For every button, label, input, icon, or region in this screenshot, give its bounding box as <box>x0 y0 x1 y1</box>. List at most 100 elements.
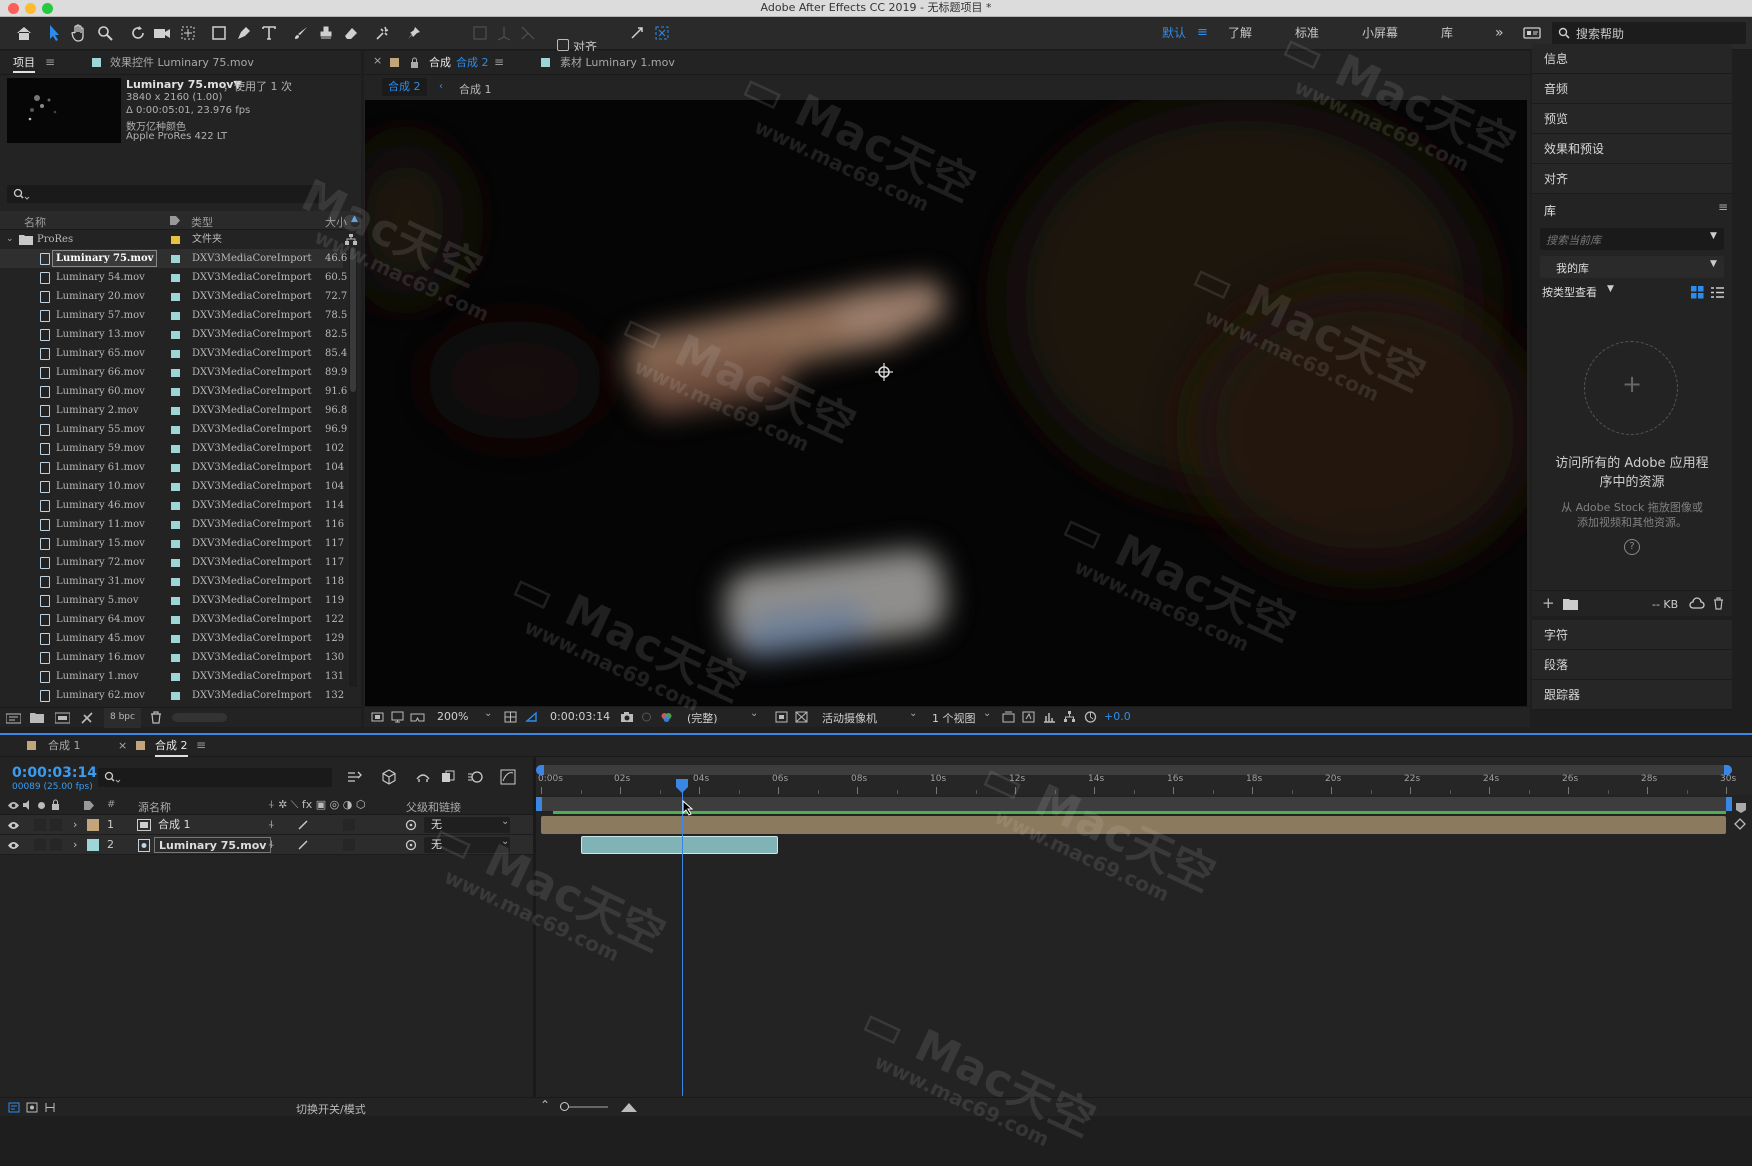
library-search-input[interactable]: 搜索当前库 ▼ <box>1540 228 1724 250</box>
tab-comp-1[interactable]: 合成 1 <box>48 735 81 757</box>
lock-toggle[interactable] <box>50 819 62 831</box>
item-label-swatch[interactable] <box>171 293 180 301</box>
panel-menu-icon[interactable]: ≡ <box>1718 200 1728 214</box>
comp-marker-bin-icon[interactable] <box>1735 802 1747 814</box>
project-item-row[interactable]: Luminary 5.mov DXV3MediaCoreImport 119 <box>0 591 344 610</box>
item-label-swatch[interactable] <box>171 692 180 700</box>
project-item-row[interactable]: Luminary 61.mov DXV3MediaCoreImport 104 <box>0 458 344 477</box>
sync-settings-icon[interactable] <box>1522 23 1542 43</box>
solo-toggle[interactable] <box>34 839 46 851</box>
roto-brush-icon[interactable] <box>374 23 394 43</box>
lock-toggle[interactable] <box>50 839 62 851</box>
zoom-in-icon[interactable] <box>620 1101 638 1113</box>
workspace-default[interactable]: 默认 <box>1162 23 1186 43</box>
expand-layer-icon[interactable]: › <box>73 818 77 831</box>
library-select[interactable]: 我的库 ▼ <box>1540 256 1724 278</box>
view-by-type-select[interactable]: 按类型查看 <box>1542 284 1597 300</box>
tab-project[interactable]: 项目 <box>13 51 35 73</box>
folder-label-swatch[interactable] <box>171 236 180 244</box>
item-label-swatch[interactable] <box>171 388 180 396</box>
close-tab-icon[interactable]: × <box>118 739 127 752</box>
time-navigator[interactable] <box>536 765 1732 775</box>
project-item-row[interactable]: Luminary 10.mov DXV3MediaCoreImport 104 <box>0 477 344 496</box>
quality-switch-icon[interactable] <box>298 840 308 850</box>
pan-behind-tool-icon[interactable] <box>178 23 198 43</box>
help-search-field[interactable]: 搜索帮助 <box>1552 22 1746 44</box>
solo-toggle[interactable] <box>34 819 46 831</box>
zoom-dropdown-icon[interactable]: ⌄ <box>484 708 492 719</box>
layer-name[interactable]: 合成 1 <box>158 815 191 835</box>
column-parent[interactable]: 父级和链接 <box>406 799 461 815</box>
column-name[interactable]: 名称 <box>24 214 46 230</box>
project-item-row[interactable]: Luminary 11.mov DXV3MediaCoreImport 116 <box>0 515 344 534</box>
item-label-swatch[interactable] <box>171 255 180 263</box>
add-asset-circle[interactable]: + <box>1584 341 1678 435</box>
parent-dropdown-icon[interactable]: ⌄ <box>501 836 509 847</box>
item-label-swatch[interactable] <box>171 350 180 358</box>
comp-mini-flowchart-icon[interactable] <box>347 770 363 784</box>
toggle-modes-icon[interactable] <box>26 1102 38 1113</box>
toggle-in-out-icon[interactable] <box>44 1102 56 1113</box>
current-time[interactable]: 0:00:03:14 <box>12 765 97 781</box>
project-item-row[interactable]: Luminary 31.mov DXV3MediaCoreImport 118 <box>0 572 344 591</box>
item-label-swatch[interactable] <box>171 597 180 605</box>
view-layout-dropdown-icon[interactable]: ⌄ <box>983 708 991 719</box>
project-item-row[interactable]: Luminary 60.mov DXV3MediaCoreImport 91.6 <box>0 382 347 401</box>
project-scrollbar-thumb[interactable] <box>350 247 356 392</box>
project-item-row[interactable]: Luminary 15.mov DXV3MediaCoreImport 117 <box>0 534 344 553</box>
item-label-swatch[interactable] <box>171 407 180 415</box>
work-area-bar[interactable] <box>536 797 1732 811</box>
align-panel[interactable]: 对齐 <box>1532 164 1732 194</box>
composition-viewport[interactable] <box>365 100 1527 706</box>
folder-row[interactable]: ⌄ ProRes 文件夹 <box>0 230 357 249</box>
project-item-row[interactable]: Luminary 1.mov DXV3MediaCoreImport 131 <box>0 667 344 686</box>
tab-comp-2[interactable]: 合成 2 <box>155 735 188 757</box>
align-checkbox[interactable] <box>557 39 569 51</box>
project-item-row[interactable]: Luminary 59.mov DXV3MediaCoreImport 102 <box>0 439 344 458</box>
paragraph-panel[interactable]: 段落 <box>1532 650 1732 680</box>
tab-composition-prefix[interactable]: 合成 <box>429 51 451 75</box>
item-label-swatch[interactable] <box>171 369 180 377</box>
column-source-name[interactable]: 源名称 <box>138 799 171 815</box>
audio-panel[interactable]: 音频 <box>1532 74 1732 104</box>
character-panel[interactable]: 字符 <box>1532 620 1732 650</box>
expand-folder-icon[interactable]: ⌄ <box>6 230 14 249</box>
snap-icon[interactable] <box>627 23 647 43</box>
camera-tool-icon[interactable] <box>152 23 172 43</box>
close-window-button[interactable] <box>8 3 19 14</box>
anchor-point-icon[interactable] <box>875 363 893 381</box>
item-label-swatch[interactable] <box>171 654 180 662</box>
preview-panel[interactable]: 预览 <box>1532 104 1732 134</box>
type-tool-icon[interactable] <box>259 23 279 43</box>
grid-view-icon[interactable] <box>1691 286 1704 299</box>
zoom-tool-icon[interactable] <box>95 23 115 43</box>
cloud-sync-icon[interactable] <box>1689 597 1705 611</box>
fx-switch[interactable] <box>343 839 355 851</box>
panel-menu-icon[interactable]: ≡ <box>196 738 206 752</box>
view-axis-icon[interactable] <box>518 23 538 43</box>
workspace-learn[interactable]: 了解 <box>1228 23 1252 43</box>
timeline-zoom-thumb[interactable] <box>560 1102 569 1111</box>
item-label-swatch[interactable] <box>171 578 180 586</box>
zoom-window-button[interactable] <box>42 3 53 14</box>
trash-icon[interactable] <box>1713 597 1724 610</box>
project-item-row[interactable]: Luminary 2.mov DXV3MediaCoreImport 96.8 <box>0 401 347 420</box>
tracker-panel[interactable]: 跟踪器 <box>1532 680 1732 710</box>
project-item-row[interactable]: Luminary 45.mov DXV3MediaCoreImport 129 <box>0 629 344 648</box>
column-size[interactable]: 大小 <box>325 214 347 230</box>
local-axis-icon[interactable] <box>470 23 490 43</box>
layer-label-swatch[interactable] <box>87 839 99 851</box>
panel-menu-icon[interactable]: ≡ <box>494 55 504 69</box>
playhead-handle[interactable] <box>675 779 688 793</box>
parent-dropdown-icon[interactable]: ⌄ <box>501 816 509 827</box>
toggle-layer-switches-icon[interactable] <box>8 1102 20 1113</box>
zoom-select[interactable]: 200% <box>437 710 468 723</box>
item-label-swatch[interactable] <box>171 616 180 624</box>
zoom-out-icon[interactable]: ⌃ <box>540 1098 550 1112</box>
layer-label-swatch[interactable] <box>87 819 99 831</box>
info-panel[interactable]: 信息 <box>1532 44 1732 74</box>
project-item-row[interactable]: Luminary 20.mov DXV3MediaCoreImport 72.7 <box>0 287 347 306</box>
workspace-small-screen[interactable]: 小屏幕 <box>1362 23 1398 43</box>
frame-blending-icon[interactable] <box>441 770 455 784</box>
eraser-tool-icon[interactable] <box>341 23 361 43</box>
